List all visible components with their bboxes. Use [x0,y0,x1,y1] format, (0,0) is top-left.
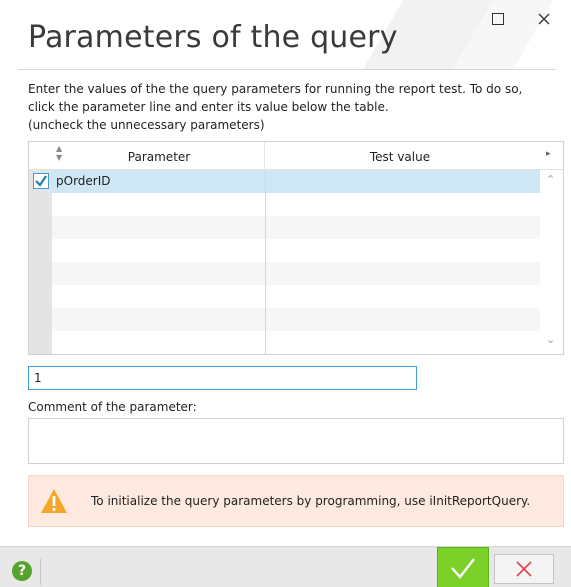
comment-label: Comment of the parameter: [28,400,197,414]
instructions: Enter the values of the the query parame… [28,80,558,134]
parameter-name-cell[interactable]: pOrderID [56,174,111,188]
column-header-test-value[interactable]: Test value [265,150,535,164]
table-row[interactable] [52,193,540,216]
instructions-line: Enter the values of the the query parame… [28,82,523,96]
instructions-line: click the parameter line and enter its v… [28,100,389,114]
help-circle-icon[interactable]: ? [12,561,32,581]
table-body [52,170,540,354]
parameters-dialog: Parameters of the query Enter the values… [0,0,571,587]
warning-text: To initialize the query parameters by pr… [91,494,531,508]
parameters-table: ▲ ▼ Parameter Test value ▸ pOrderID ⌃ ⌄ [28,141,564,355]
close-icon [538,13,550,25]
ok-button[interactable] [437,547,489,587]
close-button[interactable] [530,8,558,30]
warning-triangle-icon [41,489,67,513]
cross-icon [516,561,532,577]
comment-field[interactable] [28,418,564,464]
table-row[interactable] [52,331,540,354]
vertical-scrollbar[interactable]: ⌃ ⌄ [540,170,563,354]
cancel-button[interactable] [494,554,554,584]
table-row[interactable] [52,262,540,285]
title-bar: Parameters of the query [0,0,571,70]
table-row[interactable] [52,285,540,308]
table-row[interactable] [52,216,540,239]
checkbox-column [29,170,52,354]
maximize-button[interactable] [484,8,512,30]
scroll-up-icon[interactable]: ⌃ [546,173,555,186]
column-header-parameter[interactable]: Parameter [53,150,265,164]
instructions-line: (uncheck the unnecessary parameters) [28,118,265,132]
table-row[interactable] [52,239,540,262]
warning-banner: To initialize the query parameters by pr… [28,475,564,527]
parameter-value-input[interactable] [28,366,417,390]
title-divider [18,69,556,70]
checkmark-icon [451,557,475,579]
maximize-icon [492,13,504,25]
table-header: ▲ ▼ Parameter Test value ▸ [29,142,563,170]
window-title: Parameters of the query [28,20,398,55]
table-row[interactable] [52,308,540,331]
scroll-down-icon[interactable]: ⌄ [546,333,555,346]
footer-separator [40,559,41,585]
checkbox-checked-icon[interactable] [33,173,49,189]
column-divider [265,170,266,354]
scroll-right-icon[interactable]: ▸ [546,149,551,159]
table-row[interactable] [52,170,540,193]
footer-bar: ? [0,546,571,587]
